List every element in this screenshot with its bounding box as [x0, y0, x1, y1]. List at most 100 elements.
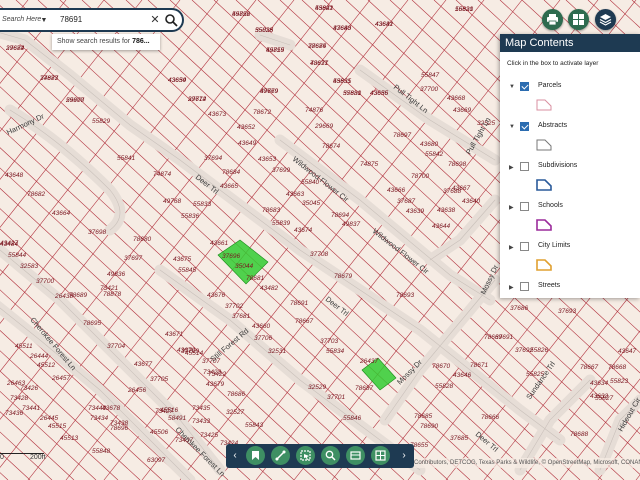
- parcel-label: 37697: [124, 255, 142, 262]
- parcel-label: 55836: [181, 213, 199, 220]
- layer-checkbox-parcels[interactable]: [520, 82, 529, 91]
- parcel-label: 43675: [173, 256, 191, 263]
- chevron-down-icon[interactable]: ▼: [38, 15, 50, 27]
- parcel-label: 43653: [258, 156, 276, 163]
- parcel-label: 78667: [580, 364, 598, 371]
- parcel-label: 37702: [225, 303, 243, 310]
- parcel-label: 26444: [29, 353, 48, 360]
- panel-hint: Click in the box to activate layer: [507, 60, 599, 67]
- scale-start-label: 0: [0, 454, 4, 461]
- layer-name: City Limits: [538, 242, 571, 249]
- layer-streets: ▶ Streets: [500, 282, 640, 322]
- search-suggestion[interactable]: Show search results for 786...: [52, 34, 160, 50]
- parcel-label: 35044: [235, 263, 253, 270]
- parcel-label: 32527: [226, 409, 244, 416]
- parcel-label: 43648: [5, 172, 23, 179]
- parcel-label: 43669: [453, 107, 471, 114]
- parcel-label: 78671: [470, 362, 488, 369]
- layer-checkbox-streets[interactable]: [520, 282, 529, 291]
- layer-checkbox-schools[interactable]: [520, 202, 529, 211]
- parcel-label: 43671: [165, 331, 183, 338]
- parcel-label: 37703: [320, 338, 338, 345]
- parcel-label: 45515: [48, 423, 66, 430]
- parcel-symbol-icon: [536, 99, 552, 111]
- parcel-label: 78674: [322, 143, 340, 150]
- chevron-down-icon[interactable]: ▼: [509, 124, 515, 130]
- parcel-label: 55907: [66, 97, 84, 104]
- parcel-label: 43633: [590, 393, 608, 400]
- parcel-label: 73436: [5, 410, 23, 417]
- parcel-label: 78679: [334, 273, 352, 280]
- parcel-label: 45512: [37, 362, 55, 369]
- parcel-label: 43674: [294, 227, 312, 234]
- chevron-right-icon[interactable]: ▶: [509, 164, 514, 171]
- parcel-label: 73435: [192, 405, 210, 412]
- bottom-toolbar: ‹ ›: [226, 444, 414, 468]
- parcel-label: 55834: [326, 348, 344, 355]
- parcel-label: 43640: [462, 198, 480, 205]
- parcel-label: 26457: [51, 375, 70, 382]
- parcel-label: 78697: [393, 132, 411, 139]
- layer-subdivisions: ▶ Subdivisions: [500, 162, 640, 202]
- search-icon[interactable]: [164, 13, 179, 28]
- chevron-right-icon[interactable]: ▶: [509, 204, 514, 211]
- parcel-label: 43638: [437, 207, 455, 214]
- parcel-label: 55822: [232, 11, 250, 18]
- layer-checkbox-city-limits[interactable]: [520, 242, 529, 251]
- parcel-label: 43644: [432, 223, 450, 230]
- search-input[interactable]: 78691: [60, 15, 82, 24]
- parcel-label: 37705: [150, 376, 168, 383]
- parcel-label: 74875: [360, 161, 378, 168]
- parcel-label: 37680: [333, 25, 351, 32]
- parcel-label: 49837: [342, 221, 360, 228]
- search-label: Search Here: [2, 16, 42, 23]
- parcel-label: 78666: [481, 414, 499, 421]
- parcel-label: 37698: [88, 229, 106, 236]
- parcel-label: 43635: [333, 78, 351, 85]
- parcel-label: 55835: [255, 27, 273, 34]
- parcel-label: 78681: [246, 275, 264, 282]
- close-icon[interactable]: ✕: [148, 13, 162, 28]
- layer-parcels: ▼ Parcels: [500, 82, 640, 122]
- parcel-label: 43427: [0, 240, 18, 247]
- parcel-label: 74876: [305, 107, 323, 114]
- chevron-down-icon[interactable]: ▼: [509, 84, 515, 90]
- basemap-button[interactable]: [568, 9, 589, 30]
- search-bar: Search Here ▼ 78691 ✕: [0, 8, 184, 32]
- parcel-label: 43673: [208, 111, 226, 118]
- select-button[interactable]: [296, 446, 315, 465]
- layer-checkbox-abstracts[interactable]: [520, 122, 529, 131]
- parcel-label: 26438: [54, 293, 73, 300]
- parcel-label: 73441: [22, 405, 40, 412]
- chevron-right-icon[interactable]: ▶: [509, 284, 514, 291]
- parcel-label: 43661: [210, 240, 228, 247]
- parcel-label: 43636: [370, 90, 388, 97]
- parcel-label: 78670: [432, 363, 450, 370]
- parcel-label: 43647: [618, 348, 636, 355]
- layer-checkbox-subdivisions[interactable]: [520, 162, 529, 171]
- parcel-label: 37708: [310, 251, 328, 258]
- parcel-label: 78672: [253, 109, 271, 116]
- toolbar-prev-button[interactable]: ‹: [229, 448, 241, 464]
- parcel-label: 55819: [266, 47, 284, 54]
- parcel-label: 78667: [295, 318, 313, 325]
- abstract-symbol-icon: [536, 139, 552, 151]
- parcel-label: 45511: [15, 343, 33, 350]
- table-button[interactable]: [371, 446, 390, 465]
- print-layout-button[interactable]: [346, 446, 365, 465]
- measure-button[interactable]: [271, 446, 290, 465]
- layers-button[interactable]: [595, 9, 616, 30]
- parcel-label: 43670: [177, 347, 195, 354]
- parcel-label: 55829: [92, 118, 110, 125]
- suggestion-term: 786...: [132, 38, 150, 45]
- chevron-right-icon[interactable]: ▶: [509, 244, 514, 251]
- parcel-label: 55843: [245, 422, 263, 429]
- parcel-label: 32531: [268, 348, 286, 355]
- print-button[interactable]: [542, 9, 563, 30]
- parcel-label: 73433: [192, 418, 210, 425]
- layer-city-limits: ▶ City Limits: [500, 242, 640, 282]
- toolbar-next-button[interactable]: ›: [398, 448, 410, 464]
- zoom-search-button[interactable]: [321, 446, 340, 465]
- subdivision-symbol-icon: [536, 179, 552, 191]
- bookmark-button[interactable]: [246, 446, 265, 465]
